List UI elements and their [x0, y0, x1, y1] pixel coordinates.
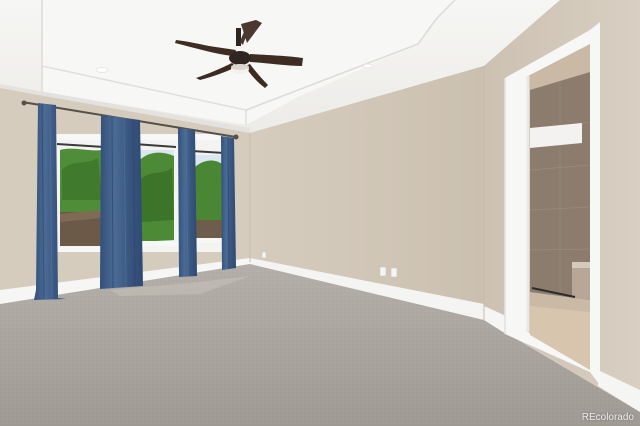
- recessed-light-icon: [362, 63, 374, 69]
- curtain-right: [221, 136, 236, 270]
- curtain-center-right: [178, 128, 197, 277]
- room-photo: [0, 0, 640, 426]
- recessed-light-icon: [95, 67, 109, 73]
- electrical-outlet-icon: [261, 251, 267, 259]
- watermark: REcolorado: [581, 412, 634, 423]
- curtain-center-left: [100, 115, 143, 289]
- bathroom-doorway: [504, 22, 600, 385]
